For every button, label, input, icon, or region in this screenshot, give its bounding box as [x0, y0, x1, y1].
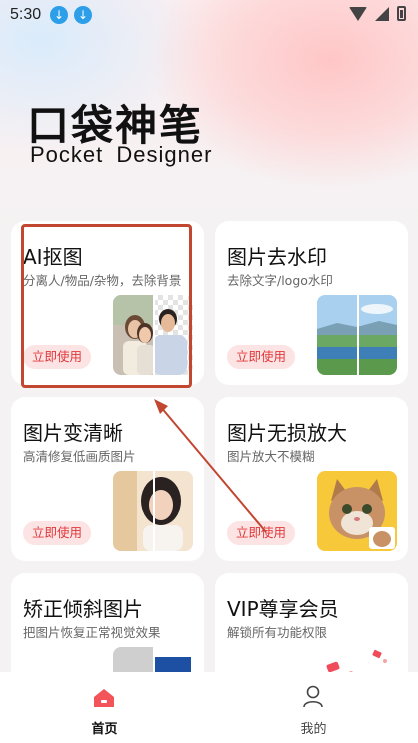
card-watermark-removal[interactable]: 图片去水印 去除文字/logo水印 立即使用 [215, 221, 408, 385]
status-time: 5:30 [10, 6, 42, 23]
card-description: 图片放大不模糊 [227, 449, 315, 464]
cat-thumbnail [317, 471, 397, 551]
card-title: 图片去水印 [227, 245, 327, 269]
nav-home[interactable]: 首页 [0, 672, 209, 743]
use-now-button[interactable]: 立即使用 [23, 521, 91, 545]
home-icon [94, 689, 114, 707]
card-title: 图片无损放大 [227, 421, 347, 445]
nav-mine[interactable]: 我的 [209, 672, 418, 743]
bottom-navigation: 首页 我的 [0, 672, 418, 743]
compare-divider [153, 471, 155, 551]
app-subtitle: Pocket Designer [30, 142, 213, 167]
nav-home-label: 首页 [91, 722, 118, 737]
battery-icon [397, 6, 406, 21]
card-title: 矫正倾斜图片 [23, 597, 143, 621]
card-description: 解锁所有功能权限 [227, 625, 328, 640]
card-description: 把图片恢复正常视觉效果 [23, 625, 161, 640]
landscape-thumbnail [317, 295, 397, 375]
use-now-button[interactable]: 立即使用 [227, 345, 295, 369]
status-bar: 5:30 ↓ ↓ [0, 0, 418, 30]
card-description: 高清修复低画质图片 [23, 449, 136, 464]
card-title: 图片变清晰 [23, 421, 123, 445]
use-now-button[interactable]: 立即使用 [227, 521, 295, 545]
card-title: VIP尊享会员 [227, 597, 339, 621]
card-description: 去除文字/logo水印 [227, 273, 333, 288]
compare-divider [357, 295, 359, 375]
download-icon: ↓ [74, 6, 92, 24]
card-image-upscale[interactable]: 图片无损放大 图片放大不模糊 立即使用 [215, 397, 408, 561]
download-icon: ↓ [50, 6, 68, 24]
cat-photo-image [317, 471, 397, 551]
nav-mine-label: 我的 [300, 722, 327, 737]
signal-icon [375, 6, 389, 21]
user-icon [303, 685, 323, 708]
wifi-icon [349, 6, 367, 21]
portrait-thumbnail [113, 471, 193, 551]
card-image-enhance[interactable]: 图片变清晰 高清修复低画质图片 立即使用 [11, 397, 204, 561]
highlight-box [21, 224, 192, 388]
